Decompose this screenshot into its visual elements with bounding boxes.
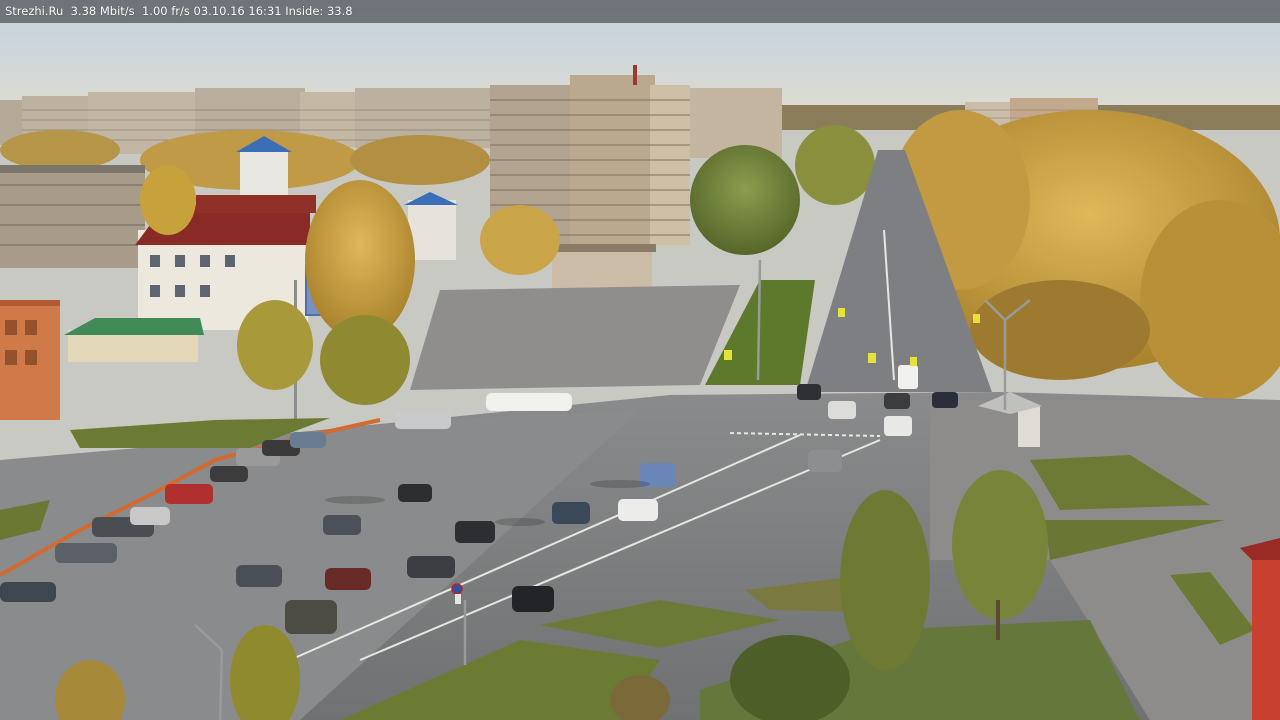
green-roof-kiosk [64,318,204,362]
left-five-storey-building [0,165,145,268]
camera-info-text: Strezhi.Ru 3.38 Mbit/s 1.00 fr/s 03.10.1… [5,4,353,18]
camera-overlay-bar: Strezhi.Ru 3.38 Mbit/s 1.00 fr/s 03.10.1… [0,0,1280,23]
orange-shop-building [0,300,60,420]
low-building-plaza [548,244,656,292]
plaza [410,285,740,390]
webcam-scene [0,0,1280,720]
